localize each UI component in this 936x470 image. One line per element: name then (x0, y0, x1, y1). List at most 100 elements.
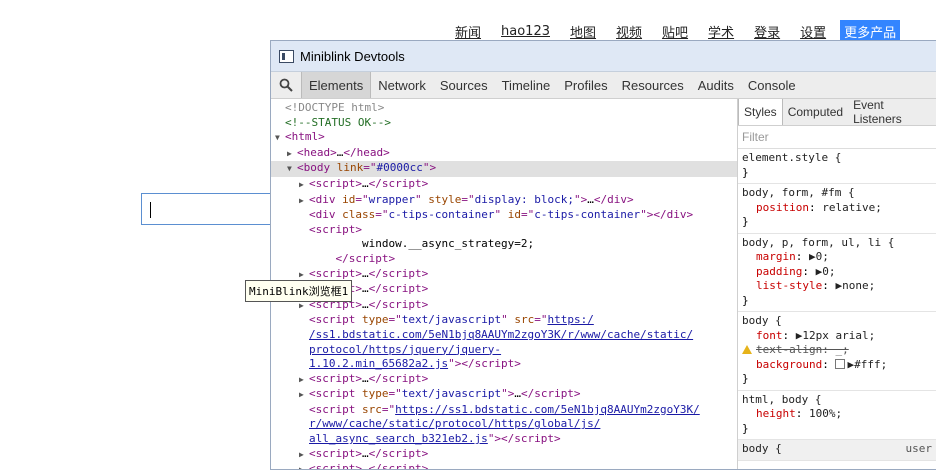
rule-source: user (905, 442, 933, 455)
property-name: text-align (756, 343, 823, 356)
styles-tabbar: Styles Computed Event Listeners (738, 99, 936, 126)
dom-node-markup: 1.10.2.min_65682a2.js"></script> (309, 357, 521, 371)
dom-node-line[interactable]: ▼ <html> (271, 130, 737, 146)
style-rule[interactable]: body {font: ▶12px arial; text-align: _; ba… (738, 312, 936, 391)
style-rule[interactable]: body, p, form, ul, li {margin: ▶0; paddin… (738, 234, 936, 312)
tab-console[interactable]: Console (741, 72, 803, 98)
tab-resources[interactable]: Resources (615, 72, 691, 98)
dom-node-line[interactable]: <!--STATUS OK--> (271, 116, 737, 131)
tab-sources[interactable]: Sources (433, 72, 495, 98)
collapse-triangle-icon[interactable]: ▼ (275, 131, 285, 146)
dom-node-markup: <!--STATUS OK--> (285, 115, 391, 129)
dom-node-line[interactable]: ▼ <body link="#0000cc"> (271, 161, 737, 177)
devtools-tabbar: Elements Network Sources Timeline Profiles Re… (271, 72, 936, 99)
rule-close-brace: } (742, 293, 749, 307)
dom-node-line[interactable]: all_async_search_b321eb2.js"></script> (271, 432, 737, 447)
style-property[interactable]: text-align: _; (742, 343, 936, 358)
expand-triangle-icon[interactable]: ▶ (299, 194, 309, 209)
nav-link[interactable]: 贴吧 (662, 22, 688, 41)
dom-node-line[interactable]: r/www/cache/static/protocol/https/global… (271, 417, 737, 432)
dom-node-line[interactable]: <script> (271, 223, 737, 238)
rule-close-brace: } (742, 165, 749, 179)
styles-pane: Styles Computed Event Listeners Filter ele… (738, 99, 936, 469)
style-property[interactable]: background: ▶#fff; (742, 358, 936, 373)
expand-triangle-icon[interactable]: ▶ (287, 147, 297, 162)
rule-selector: element.style { (742, 151, 842, 164)
style-property[interactable]: margin: ▶0; (742, 250, 936, 265)
dom-node-line[interactable]: ▶<script>…</script> (271, 462, 737, 469)
styles-tab-event-listeners[interactable]: Event Listeners (848, 99, 936, 126)
dom-node-line[interactable]: ▶<script>…</script> (271, 447, 737, 463)
dom-node-line[interactable]: ▶<script>…</script> (271, 372, 737, 388)
expand-triangle-icon[interactable]: ▶ (299, 373, 309, 388)
property-name: margin (756, 250, 796, 263)
dom-node-line[interactable]: 1.10.2.min_65682a2.js"></script> (271, 357, 737, 372)
dom-node-markup: <script>…</script> (309, 446, 429, 460)
devtools-titlebar[interactable]: Miniblink Devtools (271, 41, 936, 72)
dom-node-line[interactable]: <script src="https://ss1.bdstatic.com/5e… (271, 403, 737, 418)
nav-link[interactable]: 新闻 (455, 22, 481, 41)
expand-triangle-icon[interactable]: ▶ (299, 178, 309, 193)
search-icon[interactable] (271, 72, 301, 98)
dom-node-line[interactable]: protocol/https/jquery/jquery- (271, 343, 737, 358)
style-rule[interactable]: html, body {height: 100%;} (738, 391, 936, 440)
property-name: font (756, 328, 783, 342)
tab-audits[interactable]: Audits (691, 72, 741, 98)
rule-selector: body, form, #fm { (742, 186, 855, 199)
dom-node-markup: protocol/https/jquery/jquery- (309, 342, 502, 356)
nav-link[interactable]: 设置 (800, 22, 826, 41)
dom-node-markup: <html> (285, 130, 325, 144)
nav-link[interactable]: hao123 (501, 24, 550, 39)
nav-link[interactable]: 地图 (570, 22, 596, 41)
dom-node-line[interactable]: ▶ <head>…</head> (271, 146, 737, 162)
dom-node-line[interactable]: <div class="c-tips-container" id="c-tips… (271, 208, 737, 223)
search-input[interactable] (141, 193, 281, 225)
style-rule[interactable]: element.style {} (738, 149, 936, 184)
property-name: padding (756, 264, 803, 278)
nav-link[interactable]: 学术 (708, 22, 734, 41)
dom-node-line[interactable]: <script type="text/javascript" src="http… (271, 313, 737, 328)
styles-filter-input[interactable]: Filter (738, 126, 936, 149)
tab-network[interactable]: Network (371, 72, 433, 98)
styles-tab-styles[interactable]: Styles (738, 99, 783, 125)
property-name: background (756, 357, 823, 371)
dom-node-markup: <div id="wrapper" style="display: block;… (309, 192, 634, 206)
nav-link[interactable]: 视频 (616, 22, 642, 41)
expand-triangle-icon[interactable]: ▶ (299, 388, 309, 403)
color-swatch-icon[interactable] (835, 358, 846, 369)
style-rule[interactable]: body {user (738, 440, 936, 461)
property-value: 100%; (809, 407, 843, 420)
text-caret (150, 202, 151, 218)
expand-triangle-icon[interactable]: ▶ (299, 463, 309, 469)
dom-node-line[interactable]: window.__async_strategy=2; (271, 237, 737, 252)
tab-elements[interactable]: Elements (301, 72, 372, 98)
expand-triangle-icon[interactable]: ▶ (299, 448, 309, 463)
dom-node-line[interactable]: ▶ <div id="wrapper" style="display: block… (271, 193, 737, 209)
style-property[interactable]: font: ▶12px arial; (742, 329, 936, 344)
dom-node-markup: </script> (309, 251, 396, 265)
dom-node-line[interactable]: ▶<script>…</script> (271, 177, 737, 193)
style-rule[interactable]: body, form, #fm {position: relative;} (738, 184, 936, 234)
style-property[interactable]: padding: ▶0; (742, 265, 936, 280)
dom-node-line[interactable]: </script> (271, 252, 737, 267)
style-property[interactable]: height: 100%; (742, 407, 936, 422)
tab-timeline[interactable]: Timeline (495, 72, 558, 98)
window-icon (279, 49, 294, 63)
dom-node-markup: <script>…</script> (309, 266, 429, 280)
property-value: relative; (822, 200, 882, 214)
style-property[interactable]: list-style: ▶none; (742, 279, 936, 294)
property-value: _; (835, 343, 849, 356)
dom-node-line[interactable]: <!DOCTYPE html> (271, 101, 737, 116)
collapse-triangle-icon[interactable]: ▼ (287, 162, 297, 177)
styles-tab-computed[interactable]: Computed (783, 99, 848, 125)
style-property[interactable]: position: relative; (742, 201, 936, 216)
dom-node-markup: window.__async_strategy=2; (309, 237, 535, 251)
dom-node-line[interactable]: /ss1.bdstatic.com/5eN1bjq8AAUYm2zgoY3K/r… (271, 328, 737, 343)
property-name: height (756, 407, 796, 420)
warning-icon (742, 345, 752, 354)
nav-link[interactable]: 登录 (754, 22, 780, 41)
dom-node-line[interactable]: ▶ <script type="text/javascript">…</scrip… (271, 387, 737, 403)
tab-profiles[interactable]: Profiles (557, 72, 614, 98)
property-value: ▶0; (809, 250, 829, 263)
property-value: ▶none; (835, 279, 876, 292)
